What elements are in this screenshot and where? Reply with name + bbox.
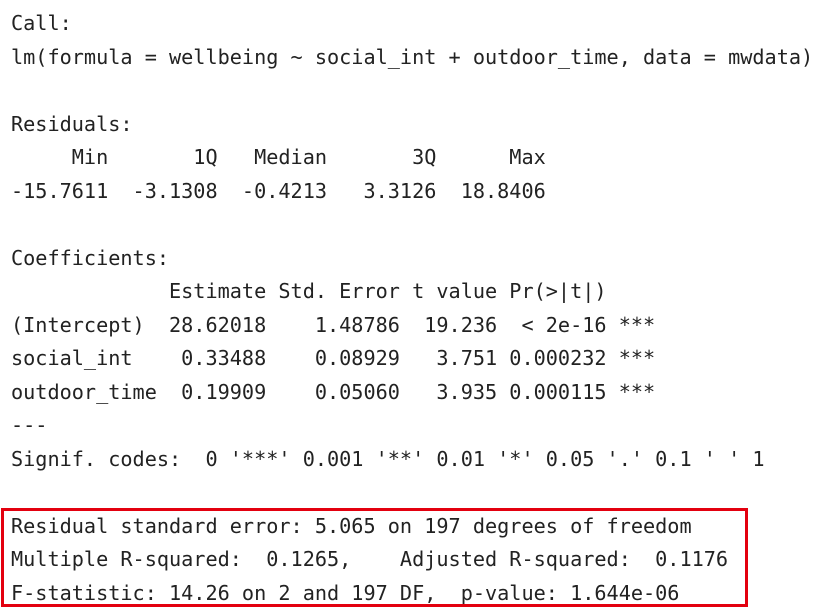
coefficient-row-outdoor-time: outdoor_time 0.19909 0.05060 3.935 0.000… [11,379,656,404]
coefficients-header: Coefficients: [11,245,170,270]
residuals-quantile-labels: Min 1Q Median 3Q Max [11,145,558,169]
coefficient-row-intercept: (Intercept) 28.62018 1.48786 19.236 < 2e… [11,312,656,337]
separator-line: --- [11,413,48,437]
residuals-quantile-values: -15.7611 -3.1308 -0.4213 3.3126 18.8406 [11,178,558,203]
call-formula: lm(formula = wellbeing ~ social_int + ou… [11,44,814,69]
model-fit-highlight-box [1,508,748,607]
call-header: Call: [11,11,72,35]
signif-codes-legend: Signif. codes: 0 '***' 0.001 '**' 0.01 '… [11,446,765,471]
coefficients-column-headers: Estimate Std. Error t value Pr(>|t|) [11,279,656,303]
residuals-header: Residuals: [11,111,133,136]
coefficient-row-social-int: social_int 0.33488 0.08929 3.751 0.00023… [11,346,656,370]
